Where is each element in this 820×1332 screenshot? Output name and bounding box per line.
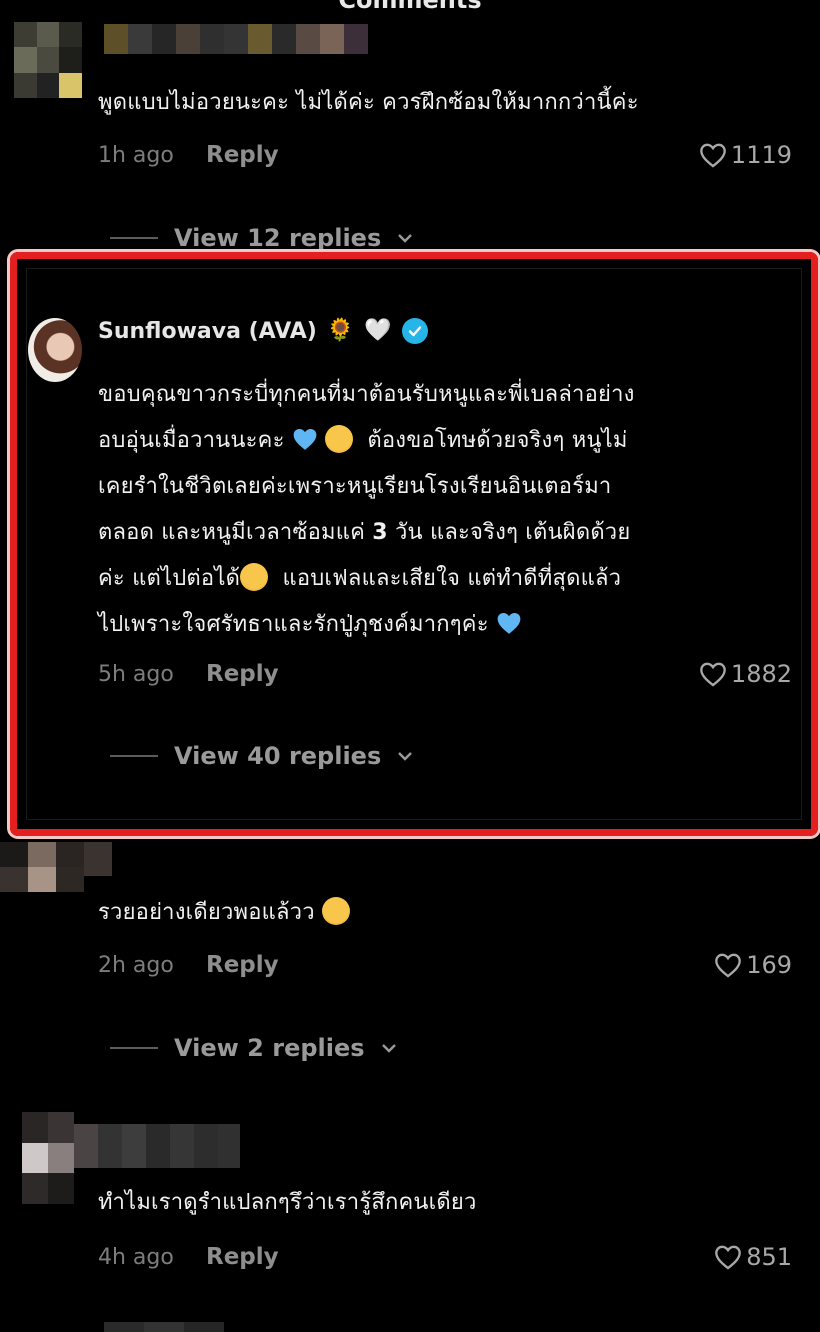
divider-line [110, 755, 158, 757]
blue-heart-icon [293, 429, 317, 450]
blurred-username[interactable] [84, 842, 112, 876]
comment-line: ตลอด และหนูมีเวลาซ้อมแค่ 3 วัน และจริงๆ … [98, 520, 631, 545]
like-count: 851 [746, 1243, 792, 1271]
like-count: 169 [746, 951, 792, 979]
heart-icon [715, 1245, 742, 1270]
comment-username[interactable]: Sunflowava (AVA) 🌻 🤍 [98, 318, 428, 344]
view-replies-button[interactable]: View 2 replies [110, 1034, 397, 1062]
comment-time: 2h ago [98, 952, 174, 978]
sweat-smile-face-icon [322, 897, 350, 925]
comment-line: ค่ะ แต่ไปต่อได้ แอบเฟลและเสียใจ แต่ทำดีท… [98, 556, 798, 602]
reply-button[interactable]: Reply [206, 142, 279, 168]
view-replies-label: View 12 replies [174, 224, 382, 252]
blurred-username[interactable] [104, 24, 368, 54]
sunflower-emoji: 🌻 [326, 318, 355, 343]
reply-button[interactable]: Reply [206, 952, 279, 978]
pleading-face-icon [325, 425, 354, 453]
blurred-username[interactable] [104, 1322, 224, 1332]
sweat-smile-face-icon [240, 563, 269, 591]
like-count: 1882 [730, 660, 792, 688]
heart-icon [715, 953, 742, 978]
blue-heart-icon [497, 613, 521, 634]
avatar[interactable] [28, 318, 82, 382]
white-heart-emoji: 🤍 [364, 318, 392, 343]
view-replies-button[interactable]: View 12 replies [110, 224, 413, 252]
like-count: 1119 [730, 141, 792, 169]
comment-time: 4h ago [98, 1244, 174, 1270]
chevron-down-icon [398, 234, 413, 243]
comment-line: เคยรำในชีวิตเลยค่ะเพราะหนูเรียนโรงเรียนอ… [98, 474, 612, 499]
heart-icon [700, 662, 726, 687]
view-replies-label: View 40 replies [174, 742, 382, 770]
username-label: Sunflowava (AVA) [98, 318, 317, 344]
chevron-down-icon [398, 752, 413, 761]
reply-button[interactable]: Reply [206, 1244, 279, 1270]
comment-time: 5h ago [98, 661, 174, 687]
heart-icon [700, 143, 726, 168]
like-button[interactable]: 851 [714, 1243, 792, 1271]
chevron-down-icon [381, 1044, 396, 1053]
comment-line: อบอุ่นเมื่อวานนะคะ ต้องขอโทษด้วยจริงๆ หน… [98, 418, 798, 464]
view-replies-button[interactable]: View 40 replies [110, 742, 413, 770]
avatar[interactable] [22, 1112, 74, 1204]
divider-line [110, 1047, 158, 1049]
blurred-username[interactable] [74, 1124, 240, 1168]
comment-time: 1h ago [98, 142, 174, 168]
verified-badge-icon [401, 318, 428, 344]
comment-text: พูดแบบไม่อวยนะคะ ไม่ได้ค่ะ ควรฝึกซ้อมให้… [98, 90, 639, 115]
divider-line [110, 237, 158, 239]
like-button[interactable]: 1882 [699, 660, 792, 688]
avatar[interactable] [14, 22, 82, 98]
avatar[interactable] [0, 842, 84, 892]
like-button[interactable]: 169 [714, 951, 792, 979]
comment-text: ทำไมเราดูรำแปลกๆรึว่าเรารู้สึกคนเดียว [98, 1190, 477, 1215]
like-button[interactable]: 1119 [699, 141, 792, 169]
comment-text-block: ขอบคุณขาวกระบี่ทุกคนที่มาต้อนรับหนูและพี… [98, 372, 798, 648]
comment-line: ขอบคุณขาวกระบี่ทุกคนที่มาต้อนรับหนูและพี… [98, 382, 635, 407]
reply-button[interactable]: Reply [206, 661, 279, 687]
comment-line: ไปเพราะใจศรัทธาและรักปู่ภุชงค์มากๆค่ะ [98, 602, 798, 648]
comment-text: รวยอย่างเดียวพอแล้วว [98, 890, 350, 936]
comments-header-title: Comments [338, 0, 482, 14]
view-replies-label: View 2 replies [174, 1034, 365, 1062]
